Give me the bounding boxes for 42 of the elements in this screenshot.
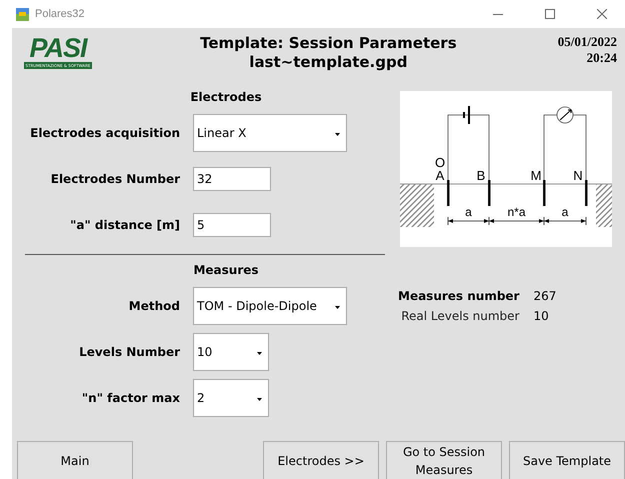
section-heading: Electrodes xyxy=(190,90,262,104)
info-label: Real Levels number xyxy=(400,309,520,323)
spacing-label: n*a xyxy=(507,205,526,219)
dropdown[interactable]: TOM - Dipole-Dipole xyxy=(193,287,347,325)
action-button[interactable]: Save Template xyxy=(509,441,625,479)
action-button[interactable]: Go to Session Measures xyxy=(386,441,502,479)
dropdown[interactable]: 2 xyxy=(193,379,269,417)
field-label: Electrodes Number xyxy=(50,172,180,186)
field-label: Electrodes acquisition xyxy=(29,126,180,140)
info-value: 10 xyxy=(533,309,550,323)
electrode-label: A xyxy=(436,168,444,183)
electrode-label: N xyxy=(573,168,583,183)
file-name: last~template.gpd xyxy=(249,53,408,72)
maximize-icon[interactable] xyxy=(545,9,555,19)
info-label: Measures number xyxy=(398,289,520,303)
close-icon[interactable] xyxy=(597,9,607,19)
field-label: "n" factor max xyxy=(80,391,180,405)
dropdown[interactable]: Linear X xyxy=(193,114,347,152)
origin-label: O xyxy=(434,155,446,170)
electrode-label: M xyxy=(530,168,542,183)
caret-icon xyxy=(335,306,340,309)
field-label: Levels Number xyxy=(78,345,180,359)
input-field[interactable]: 5 xyxy=(193,213,271,237)
time: 20:24 xyxy=(586,50,617,66)
spacing-label: a xyxy=(562,205,568,219)
date: 05/01/2022 xyxy=(558,34,617,50)
caret-icon xyxy=(257,352,262,355)
app-icon xyxy=(16,8,29,20)
caret-icon xyxy=(257,398,262,401)
electrode-label: B xyxy=(476,168,486,183)
window-title: Polares32 xyxy=(35,8,86,20)
page-title: Template: Session Parameters xyxy=(200,34,457,53)
dropdown[interactable]: 10 xyxy=(193,333,269,371)
field-label: Method xyxy=(128,299,180,313)
caret-icon xyxy=(335,133,340,136)
field-label: "a" distance [m] xyxy=(69,218,180,232)
spacing-label: a xyxy=(465,205,472,219)
action-button[interactable]: Electrodes >> xyxy=(263,441,379,479)
section-heading: Measures xyxy=(193,263,259,277)
action-button[interactable]: Main xyxy=(17,441,133,479)
input-field[interactable]: 32 xyxy=(193,167,271,191)
info-value: 267 xyxy=(533,289,556,303)
